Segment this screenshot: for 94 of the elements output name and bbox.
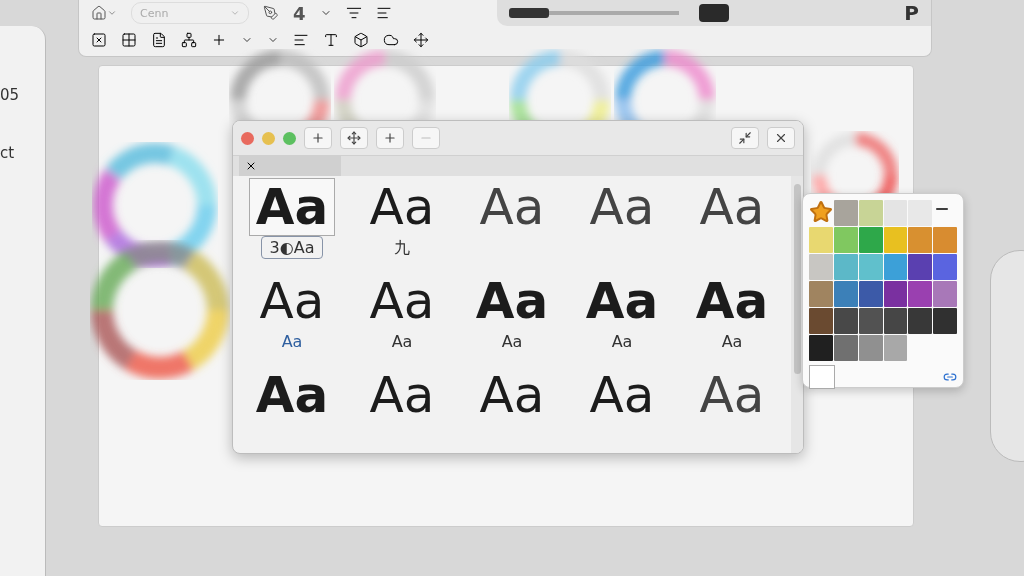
panel-text: ct [0, 144, 15, 162]
color-swatch[interactable] [933, 308, 957, 334]
minimize-light[interactable] [262, 131, 275, 145]
link-icon[interactable] [943, 370, 957, 384]
color-swatch[interactable] [908, 200, 933, 226]
color-swatch[interactable] [834, 281, 858, 307]
font-label: Aa [720, 331, 744, 353]
move-button[interactable] [340, 127, 368, 149]
list-icon[interactable] [375, 5, 392, 21]
close-icon[interactable] [245, 160, 257, 172]
font-sample[interactable]: Aa [362, 366, 442, 424]
color-swatch[interactable] [834, 227, 858, 253]
pen-icon[interactable] [263, 5, 279, 21]
plus-icon [383, 131, 397, 145]
color-swatch[interactable] [858, 200, 883, 226]
font-sample[interactable]: Aa [362, 178, 442, 236]
color-swatch[interactable] [883, 200, 908, 226]
font-sample[interactable]: Aa [248, 178, 336, 236]
font-label: Aa [280, 331, 304, 353]
add-button[interactable] [376, 127, 404, 149]
color-swatch[interactable] [883, 227, 908, 253]
color-swatch[interactable] [908, 308, 933, 334]
plus-icon [311, 131, 325, 145]
scrollbar[interactable] [791, 176, 803, 453]
color-swatch[interactable] [809, 227, 833, 253]
logo-letter: P [904, 1, 919, 25]
network-icon[interactable] [181, 32, 197, 48]
font-sample[interactable]: Aa [472, 366, 552, 424]
color-swatch[interactable] [933, 227, 957, 253]
close-button[interactable] [767, 127, 795, 149]
color-swatch[interactable] [908, 281, 933, 307]
font-sample[interactable]: Aa [252, 272, 332, 330]
panel-text: 05 [0, 86, 20, 104]
font-sample[interactable]: Aa [362, 272, 442, 330]
box-x-icon[interactable] [91, 32, 107, 48]
eraser-drawing [699, 4, 729, 22]
font-label: Aa [390, 331, 414, 353]
caret-icon[interactable] [230, 8, 240, 18]
current-color[interactable] [809, 365, 835, 389]
color-swatch[interactable] [883, 335, 908, 361]
font-sample[interactable]: Aa [688, 272, 776, 330]
font-sample[interactable]: Aa [578, 272, 666, 330]
font-sample[interactable]: Aa [692, 178, 772, 236]
add-icon[interactable] [211, 32, 227, 48]
color-swatch[interactable] [933, 281, 957, 307]
cloud-icon[interactable] [383, 32, 399, 48]
font-label: Aa [610, 331, 634, 353]
color-swatch[interactable] [883, 281, 908, 307]
close-icon [774, 131, 788, 145]
color-swatch[interactable] [883, 308, 908, 334]
remove-button[interactable] [412, 127, 440, 149]
color-swatch[interactable] [834, 200, 858, 226]
move-icon [347, 131, 361, 145]
color-swatch[interactable] [858, 281, 883, 307]
field-placeholder: Cenn [140, 6, 169, 20]
color-swatch[interactable] [834, 308, 858, 334]
collapse-icon [738, 131, 752, 145]
caret-icon[interactable] [107, 8, 117, 18]
font-sample[interactable]: Aa [582, 366, 662, 424]
star-icon[interactable] [809, 200, 833, 224]
home-icon[interactable] [91, 5, 107, 21]
color-swatch[interactable] [908, 254, 933, 280]
color-swatch[interactable] [834, 335, 858, 361]
color-swatch[interactable] [908, 227, 933, 253]
color-swatch[interactable] [834, 254, 858, 280]
filter-icon[interactable] [345, 5, 362, 21]
font-sample[interactable]: Aa [692, 366, 772, 424]
zoom-light[interactable] [283, 131, 296, 145]
grid-icon[interactable] [121, 32, 137, 48]
font-label: 3◐Aa [260, 236, 324, 259]
font-sample[interactable]: Aa [248, 366, 336, 424]
color-swatch[interactable] [883, 254, 908, 280]
color-swatch[interactable] [809, 281, 833, 307]
color-swatch[interactable] [933, 254, 957, 280]
color-swatch[interactable] [809, 308, 833, 334]
page-icon[interactable] [151, 32, 167, 48]
color-swatch[interactable] [809, 335, 833, 361]
font-sample[interactable]: Aa [468, 272, 556, 330]
close-light[interactable] [241, 131, 254, 145]
color-swatch[interactable] [858, 254, 883, 280]
text-icon[interactable] [323, 32, 339, 48]
font-label: Aa [500, 331, 524, 353]
font-label: 九 [393, 237, 411, 259]
collapse-button[interactable] [731, 127, 759, 149]
color-swatch[interactable] [858, 335, 883, 361]
font-sample[interactable]: Aa [472, 178, 552, 236]
size-value[interactable]: 4 [293, 2, 306, 24]
color-swatch[interactable] [809, 254, 833, 280]
cube-icon[interactable] [353, 32, 369, 48]
add-button[interactable] [304, 127, 332, 149]
color-swatch[interactable] [858, 308, 883, 334]
color-swatch[interactable] [858, 227, 883, 253]
move-icon[interactable] [413, 32, 429, 48]
font-sample[interactable]: Aa [582, 178, 662, 236]
